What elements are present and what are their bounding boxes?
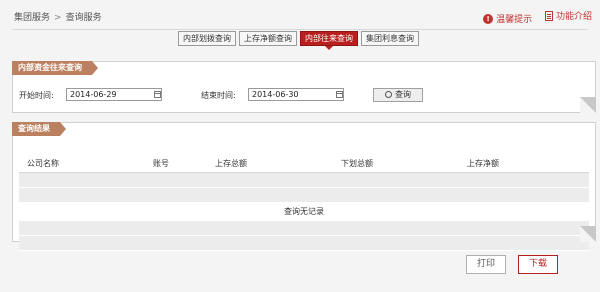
help-label: 功能介绍 <box>555 12 592 22</box>
column-header: 下划总额 <box>341 159 373 168</box>
query-panel-title: 内部资金往来查询 <box>12 61 98 75</box>
table-row <box>19 221 589 236</box>
breadcrumb-separator: > <box>54 13 62 23</box>
end-date-input[interactable]: 2014-06-30 <box>248 88 344 101</box>
start-date-input[interactable]: 2014-06-29 <box>66 88 162 101</box>
empty-message: 查询无记录 <box>19 203 589 221</box>
breadcrumb-root[interactable]: 集团服务 <box>14 13 50 23</box>
breadcrumb: 集团服务 > 查询服务 <box>14 10 102 23</box>
download-button[interactable]: 下载 <box>518 255 558 274</box>
start-date-label: 开始时间: <box>19 91 54 100</box>
query-tabs: 内部划拨查询 上存净额查询 内部往来查询 集团利息查询 <box>178 31 422 50</box>
top-links: ! 温馨提示 功能介绍 <box>473 9 592 25</box>
page-header: 集团服务 > 查询服务 ! 温馨提示 功能介绍 <box>0 0 600 30</box>
print-button[interactable]: 打印 <box>466 255 506 274</box>
info-icon: ! <box>483 13 494 24</box>
result-panel: 查询结果 公司名称 账号 上存总额 下划总额 上存净额 查询无记录 <box>12 122 596 251</box>
search-button[interactable]: 查询 <box>373 88 423 102</box>
search-icon <box>385 91 392 98</box>
table-row <box>19 173 589 188</box>
tips-label: 温馨提示 <box>496 15 533 25</box>
query-panel: 内部资金往来查询 开始时间: 2014-06-29 结束时间: 2014-06-… <box>12 61 596 113</box>
column-header: 上存总额 <box>215 159 247 168</box>
help-link[interactable]: 功能介绍 <box>544 9 592 22</box>
tab-group-interest[interactable]: 集团利息查询 <box>361 31 419 46</box>
breadcrumb-current: 查询服务 <box>65 13 102 23</box>
result-panel-title: 查询结果 <box>12 122 66 136</box>
column-header: 上存净额 <box>467 159 499 168</box>
panel-corner-fold <box>580 97 596 113</box>
table-row <box>19 188 589 203</box>
table-header: 公司名称 账号 上存总额 下划总额 上存净额 <box>19 156 589 173</box>
tab-net-deposit[interactable]: 上存净额查询 <box>239 31 297 46</box>
calendar-icon[interactable] <box>154 91 161 98</box>
end-date-label: 结束时间: <box>201 91 236 100</box>
document-icon <box>544 10 553 21</box>
tips-link[interactable]: ! 温馨提示 <box>483 12 532 25</box>
column-header: 账号 <box>153 159 169 168</box>
tab-internal-flow[interactable]: 内部往来查询 <box>300 31 358 50</box>
table-row <box>19 236 589 251</box>
search-button-label: 查询 <box>395 90 411 99</box>
header-divider <box>12 29 588 30</box>
calendar-icon[interactable] <box>336 91 343 98</box>
panel-corner-fold <box>580 226 596 242</box>
tab-internal-transfer[interactable]: 内部划拨查询 <box>178 31 236 46</box>
result-table: 公司名称 账号 上存总额 下划总额 上存净额 查询无记录 <box>19 156 589 251</box>
column-header: 公司名称 <box>27 159 59 168</box>
